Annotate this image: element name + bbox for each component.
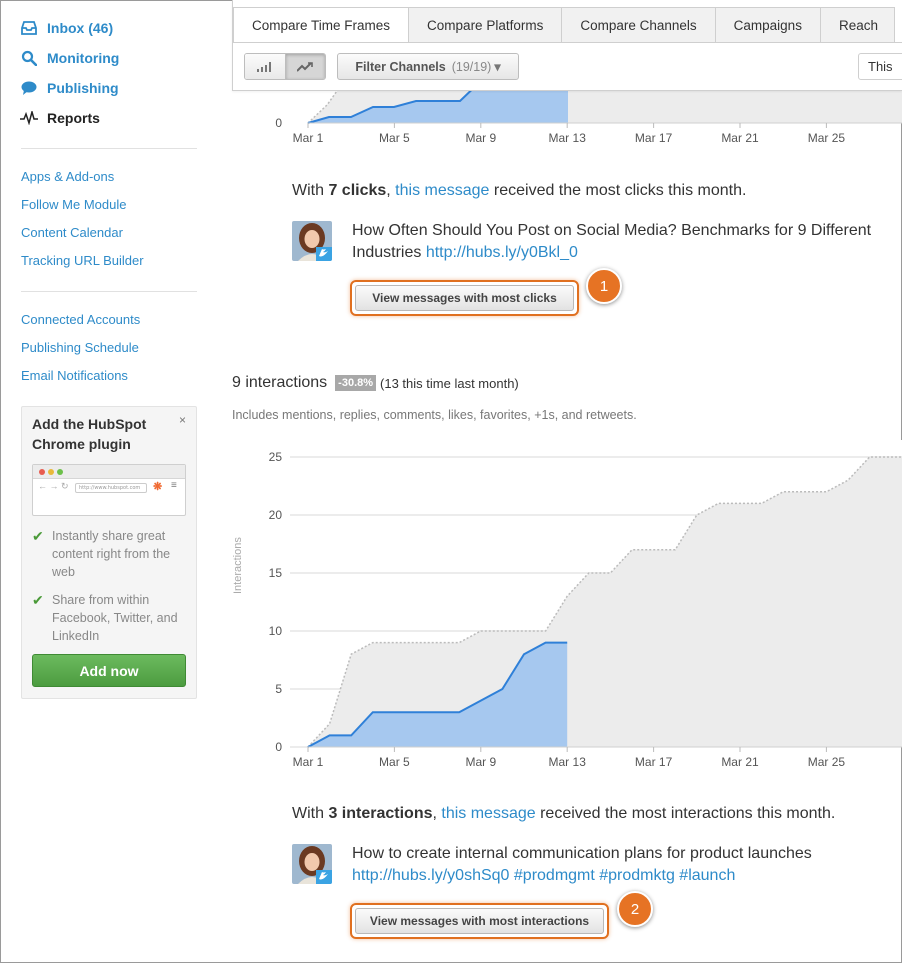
- filter-channels-button[interactable]: Filter Channels (19/19) ▾: [337, 53, 519, 80]
- message-short-link[interactable]: http://hubs.ly/y0Bkl_0: [426, 244, 578, 261]
- sidebar-item-publishing[interactable]: Publishing: [20, 77, 119, 99]
- view-most-interactions-button[interactable]: View messages with most interactions: [355, 908, 604, 934]
- interactions-header: 9 interactions -30.8% (13 this time last…: [232, 374, 519, 392]
- comparison-text: (13 this time last month): [380, 375, 519, 391]
- tab-compare-time-frames[interactable]: Compare Time Frames: [233, 7, 410, 43]
- interactions-chart-svg: 0 5 10 15 20 25 Mar 1 Mar 5 Mar 9 Mar 13 Mar 17 Mar…: [269, 440, 902, 769]
- sidebar: Inbox (46) Monitoring Publishing Reports…: [0, 0, 212, 963]
- publishing-schedule-link[interactable]: Publishing Schedule: [21, 339, 139, 357]
- apps-addons-link[interactable]: Apps & Add-ons: [21, 168, 114, 186]
- y-tick-label: 5: [275, 682, 282, 696]
- x-tick-label: Mar 13: [549, 755, 587, 769]
- email-notifications-link[interactable]: Email Notifications: [21, 367, 128, 385]
- top-clicked-message-link[interactable]: this message: [395, 182, 489, 199]
- chevron-down-icon: ▾: [494, 60, 501, 74]
- menu-icon: ≡: [171, 480, 177, 491]
- search-icon: [20, 49, 38, 67]
- hubspot-sprocket-icon: ❋: [153, 481, 163, 493]
- avatar: [292, 221, 332, 261]
- filter-count: (19/19): [451, 59, 492, 74]
- x-tick-label: Mar 9: [465, 131, 496, 145]
- browser-url-bar: http://www.hubspot.com: [75, 483, 147, 493]
- pulse-icon: [20, 109, 38, 127]
- x-tick-label: Mar 17: [635, 755, 673, 769]
- sidebar-divider: [21, 291, 197, 292]
- close-icon[interactable]: ×: [179, 413, 186, 427]
- tab-underline: [233, 42, 902, 43]
- message-hashtags[interactable]: #prodmgmt #prodmktg #launch: [514, 867, 735, 884]
- x-tick-label: Mar 21: [721, 755, 759, 769]
- add-now-button[interactable]: Add now: [32, 654, 186, 687]
- callout-badge-2: 2: [617, 891, 653, 927]
- follow-me-module-link[interactable]: Follow Me Module: [21, 196, 127, 214]
- time-period-dropdown[interactable]: This: [858, 53, 902, 80]
- clicks-summary: With 7 clicks, this message received the…: [292, 182, 747, 199]
- x-tick-label: Mar 1: [293, 755, 324, 769]
- sidebar-item-monitoring[interactable]: Monitoring: [20, 47, 119, 69]
- change-badge: -30.8%: [335, 375, 377, 391]
- sidebar-item-inbox[interactable]: Inbox (46): [20, 17, 113, 39]
- y-tick-label: 10: [269, 624, 283, 638]
- y-tick-label: 25: [269, 450, 283, 464]
- tab-compare-platforms[interactable]: Compare Platforms: [409, 7, 563, 43]
- sidebar-item-label: Publishing: [47, 80, 119, 96]
- sidebar-item-label: Reports: [47, 110, 100, 126]
- top-interaction-message-link[interactable]: this message: [441, 805, 535, 822]
- message-short-link[interactable]: http://hubs.ly/y0shSq0: [352, 867, 509, 884]
- checkmark-icon: ✔: [32, 592, 44, 608]
- bar-chart-icon: [256, 61, 271, 72]
- x-tick-label: Mar 25: [808, 131, 846, 145]
- interactions-note: Includes mentions, replies, comments, li…: [232, 408, 637, 422]
- line-chart-toggle[interactable]: [284, 54, 325, 79]
- interactions-chart: 0 5 10 15 20 25 Mar 1 Mar 5 Mar 9 Mar 13 Mar 17 Mar…: [232, 440, 902, 780]
- sidebar-item-reports[interactable]: Reports: [20, 107, 100, 129]
- highlight-box: View messages with most clicks: [350, 280, 579, 316]
- interactions-count: 3 interactions: [328, 805, 433, 822]
- report-toolbar: Compare Time Frames Compare Platforms Co…: [232, 0, 902, 91]
- tab-compare-channels[interactable]: Compare Channels: [562, 7, 716, 43]
- checkmark-icon: ✔: [32, 528, 44, 544]
- tracking-url-builder-link[interactable]: Tracking URL Builder: [21, 252, 144, 270]
- y-tick-label: 15: [269, 566, 283, 580]
- avatar: [292, 844, 332, 884]
- view-most-clicks-button[interactable]: View messages with most clicks: [355, 285, 574, 311]
- tab-campaigns[interactable]: Campaigns: [715, 7, 821, 43]
- x-tick-label: Mar 13: [549, 131, 587, 145]
- chart-type-toggle: [244, 53, 326, 80]
- sidebar-item-label: Inbox (46): [47, 20, 114, 36]
- clicks-count: 7 clicks: [328, 182, 387, 199]
- speech-bubble-icon: [20, 79, 38, 97]
- y-tick-label: 20: [269, 508, 283, 522]
- promo-feature: ✔ Share from within Facebook, Twitter, a…: [32, 592, 178, 643]
- y-tick-label: 0: [275, 116, 282, 130]
- x-tick-label: Mar 17: [635, 131, 673, 145]
- x-tick-label: Mar 1: [293, 131, 324, 145]
- x-tick-label: Mar 21: [721, 131, 759, 145]
- top-clicked-message: How Often Should You Post on Social Medi…: [352, 222, 872, 261]
- x-tick-label: Mar 5: [379, 755, 410, 769]
- top-interaction-message: How to create internal communication pla…: [352, 845, 812, 884]
- connected-accounts-link[interactable]: Connected Accounts: [21, 311, 140, 329]
- inbox-icon: [20, 19, 38, 37]
- trend-line-icon: [297, 61, 314, 72]
- interactions-total: 9 interactions: [232, 374, 328, 391]
- chrome-plugin-promo: Add the HubSpot Chrome plugin × ← → ↻ ht…: [21, 406, 197, 699]
- highlight-box: View messages with most interactions: [350, 903, 609, 939]
- x-tick-label: Mar 9: [465, 755, 496, 769]
- promo-feature: ✔ Instantly share great content right fr…: [32, 528, 171, 579]
- tab-reach[interactable]: Reach: [820, 7, 895, 43]
- sidebar-item-label: Monitoring: [47, 50, 120, 66]
- x-tick-label: Mar 25: [808, 755, 846, 769]
- x-tick-label: Mar 5: [379, 131, 410, 145]
- y-tick-label: 0: [275, 740, 282, 754]
- browser-illustration: ← → ↻ http://www.hubspot.com ❋ ≡: [32, 464, 186, 516]
- callout-badge-1: 1: [586, 268, 622, 304]
- promo-title: Add the HubSpot Chrome plugin: [32, 416, 147, 452]
- bar-chart-toggle[interactable]: [245, 54, 285, 79]
- sidebar-divider: [21, 148, 197, 149]
- interactions-summary: With 3 interactions, this message receiv…: [292, 805, 836, 822]
- report-tabs: Compare Time Frames Compare Platforms Co…: [233, 7, 895, 43]
- content-calendar-link[interactable]: Content Calendar: [21, 224, 123, 242]
